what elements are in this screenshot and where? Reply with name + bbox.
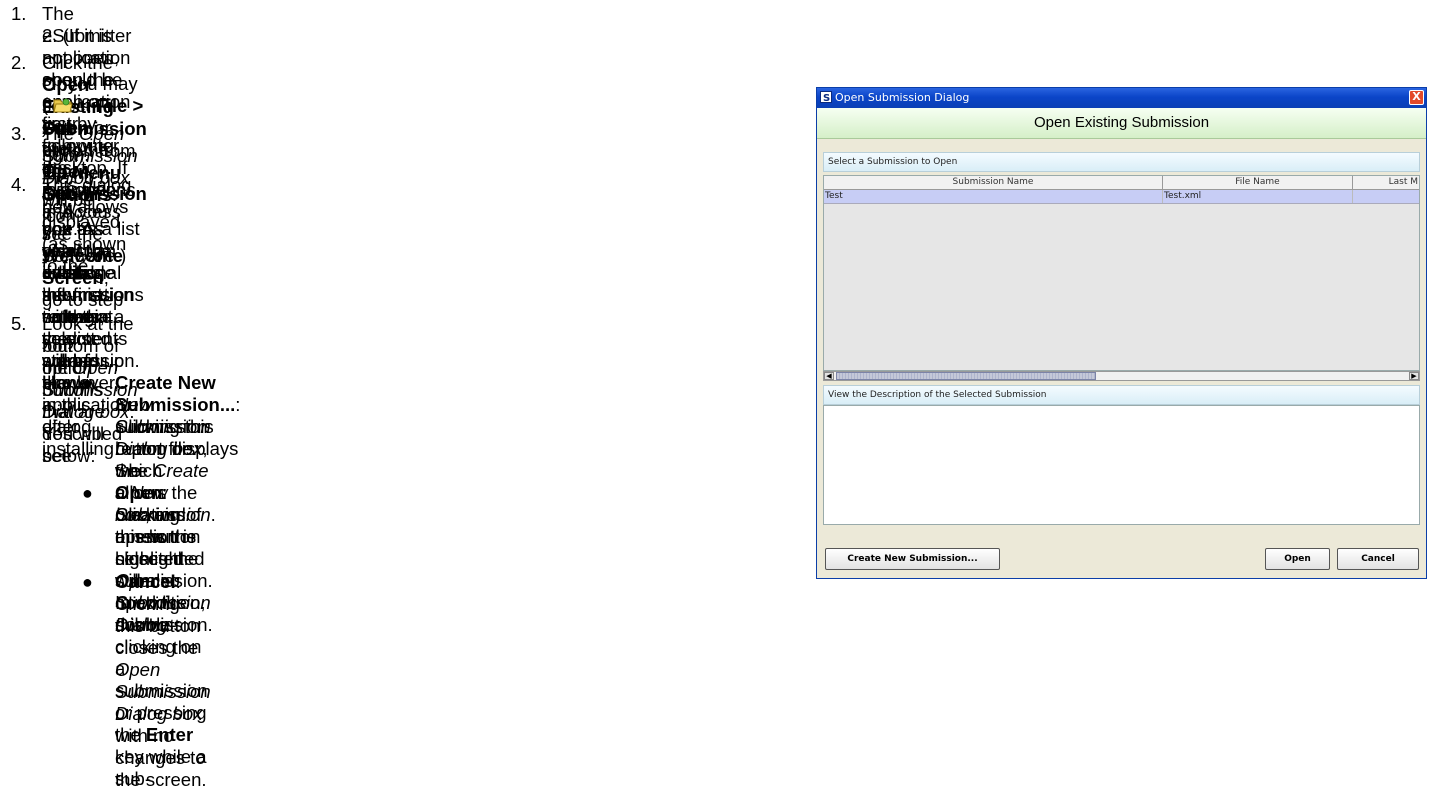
table-cell: Test.xml	[1163, 190, 1353, 203]
bold-text: Cancel	[115, 571, 176, 592]
column-header-last-modified[interactable]: Last M	[1353, 176, 1419, 190]
cancel-button[interactable]: Cancel	[1337, 548, 1419, 570]
dialog-title: Open Submission Dialog	[835, 91, 970, 104]
step-number: 1.	[11, 3, 27, 24]
italic-text: box	[115, 504, 145, 525]
step-number: 2.	[11, 52, 27, 73]
bullet-dot: ●	[82, 373, 93, 393]
bullet-line: Cancel: Clicking this button closes the …	[115, 571, 211, 790]
table-cell: Test	[824, 190, 1163, 203]
table-row[interactable]: Test Test.xml	[824, 190, 1419, 204]
step-line: four option buttons that are described b…	[42, 335, 123, 466]
select-submission-label: Select a Submission to Open	[823, 152, 1420, 172]
submissions-table[interactable]: Submission Name File Name Last M Test Te…	[823, 175, 1420, 371]
bullet-dot: ●	[82, 572, 93, 592]
close-icon[interactable]: X	[1409, 90, 1424, 105]
bold-text: Open	[115, 482, 163, 503]
esubmitter-app-icon: S	[820, 91, 832, 104]
italic-text: Open Submission Dialog box	[115, 659, 211, 724]
bullet-dot: ●	[82, 483, 93, 503]
description-label: View the Description of the Selected Sub…	[823, 385, 1420, 405]
step-line: right).	[42, 144, 90, 165]
scrollbar-thumb[interactable]	[836, 372, 1096, 380]
description-area[interactable]	[823, 405, 1420, 525]
open-submission-folder-icon	[53, 96, 73, 114]
scroll-right-icon[interactable]: ▶	[1409, 372, 1419, 380]
dialog-title-bar: S Open Submission Dialog X	[817, 88, 1426, 108]
column-header-submission-name[interactable]: Submission Name	[824, 176, 1163, 190]
dialog-header: Open Existing Submission	[817, 108, 1426, 139]
step-number: 4.	[11, 174, 27, 195]
scroll-left-icon[interactable]: ◀	[824, 372, 834, 380]
open-submission-dialog: S Open Submission Dialog X Open Existing…	[816, 87, 1427, 579]
table-cell	[1353, 190, 1419, 203]
column-header-file-name[interactable]: File Name	[1163, 176, 1353, 190]
open-button[interactable]: Open	[1265, 548, 1330, 570]
horizontal-scrollbar[interactable]: ◀ ▶	[823, 371, 1420, 381]
create-new-submission-button[interactable]: Create New Submission...	[825, 548, 1000, 570]
step-number: 3.	[11, 123, 27, 144]
step-number: 5.	[11, 313, 27, 334]
